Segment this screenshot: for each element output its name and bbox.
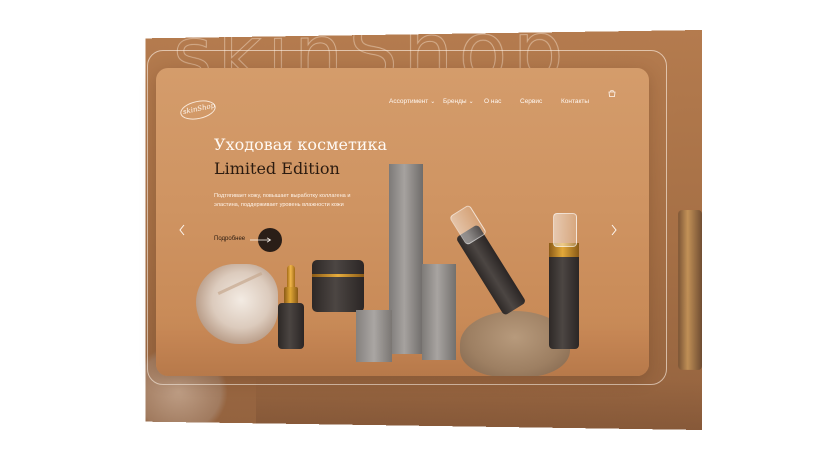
cream-jar: [312, 260, 364, 312]
website-screen: skinShop Ассортимент ⌄ Бренды ⌄ О нас Серв…: [156, 68, 649, 376]
more-link[interactable]: Подробнее: [214, 236, 245, 242]
nav-item-contacts[interactable]: Контакты: [561, 98, 589, 105]
more-button[interactable]: [250, 228, 282, 252]
logo-text: skinShop: [182, 101, 216, 117]
dropper-bottle: [278, 303, 304, 349]
nav-item-label: Бренды: [443, 98, 467, 105]
chevron-right-icon[interactable]: [610, 224, 618, 236]
nav-item-assortment[interactable]: Ассортимент ⌄: [389, 98, 435, 105]
nav-item-label: Контакты: [561, 98, 590, 105]
pump-bottle-cap: [553, 213, 577, 247]
nav-item-label: Ассортимент: [389, 98, 429, 105]
hero-title-line1: Уходовая косметика: [214, 135, 387, 154]
nav-item-label: О нас: [484, 98, 502, 105]
chevron-down-icon: ⌄: [468, 99, 474, 105]
chevron-down-icon: ⌄: [430, 99, 436, 105]
logo[interactable]: skinShop: [178, 97, 218, 123]
top-nav: skinShop Ассортимент ⌄ Бренды ⌄ О нас Серв…: [156, 68, 649, 128]
dropper-bulb: [287, 265, 295, 289]
pump-bottle: [549, 253, 579, 349]
nav-item-about[interactable]: О нас: [484, 98, 501, 105]
product-box-tall: [389, 164, 423, 354]
chevron-left-icon[interactable]: [178, 224, 186, 236]
nav-item-label: Сервис: [520, 98, 543, 105]
hero-title-line2: Limited Edition: [214, 159, 340, 178]
nav-item-brands[interactable]: Бренды ⌄: [443, 98, 474, 105]
nav-item-service[interactable]: Сервис: [520, 98, 542, 105]
hero-description: Подтягивает кожу, повышает выработку кол…: [214, 193, 351, 208]
product-box-small: [356, 310, 392, 362]
backdrop-bottle: [678, 210, 702, 370]
product-box-medium: [422, 264, 456, 360]
cream-jar-rim: [312, 274, 364, 277]
arrow-right-icon: [250, 237, 272, 243]
seashell-decoration: [196, 264, 278, 344]
shopping-bag-icon[interactable]: [608, 90, 616, 97]
